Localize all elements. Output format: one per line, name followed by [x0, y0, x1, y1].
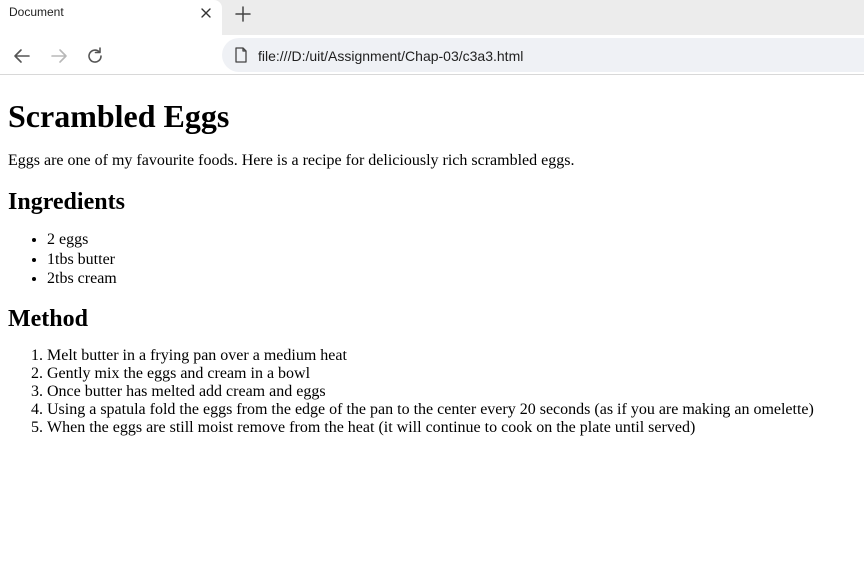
address-bar[interactable]: file:///D:/uit/Assignment/Chap-03/c3a3.h… — [222, 38, 864, 72]
tab-strip: Document — [0, 0, 864, 35]
list-item: Melt butter in a frying pan over a mediu… — [47, 347, 856, 365]
browser-toolbar: file:///D:/uit/Assignment/Chap-03/c3a3.h… — [0, 35, 864, 75]
reload-icon[interactable] — [84, 45, 106, 67]
url-text[interactable]: file:///D:/uit/Assignment/Chap-03/c3a3.h… — [258, 48, 523, 64]
arrow-left-icon[interactable] — [11, 45, 33, 67]
arrow-right-icon[interactable] — [48, 45, 70, 67]
list-item: When the eggs are still moist remove fro… — [47, 419, 856, 437]
list-item: 2tbs cream — [47, 269, 856, 289]
list-item: Gently mix the eggs and cream in a bowl — [47, 365, 856, 383]
intro-paragraph: Eggs are one of my favourite foods. Here… — [8, 152, 575, 169]
file-icon — [234, 47, 248, 63]
close-icon[interactable] — [197, 4, 215, 22]
list-item: 1tbs butter — [47, 250, 856, 270]
ingredients-list: 2 eggs 1tbs butter 2tbs cream — [8, 230, 856, 289]
list-item: Using a spatula fold the eggs from the e… — [47, 401, 856, 419]
tab-document[interactable]: Document — [0, 0, 222, 35]
method-list: Melt butter in a frying pan over a mediu… — [8, 347, 856, 437]
tab-title: Document — [9, 5, 64, 19]
page-content: Scrambled Eggs Eggs are one of my favour… — [0, 96, 864, 437]
ingredients-heading: Ingredients — [8, 189, 125, 215]
list-item: 2 eggs — [47, 230, 856, 250]
method-heading: Method — [8, 305, 88, 332]
list-item: Once butter has melted add cream and egg… — [47, 383, 856, 401]
page-title: Scrambled Eggs — [8, 98, 230, 134]
plus-icon[interactable] — [232, 3, 254, 25]
